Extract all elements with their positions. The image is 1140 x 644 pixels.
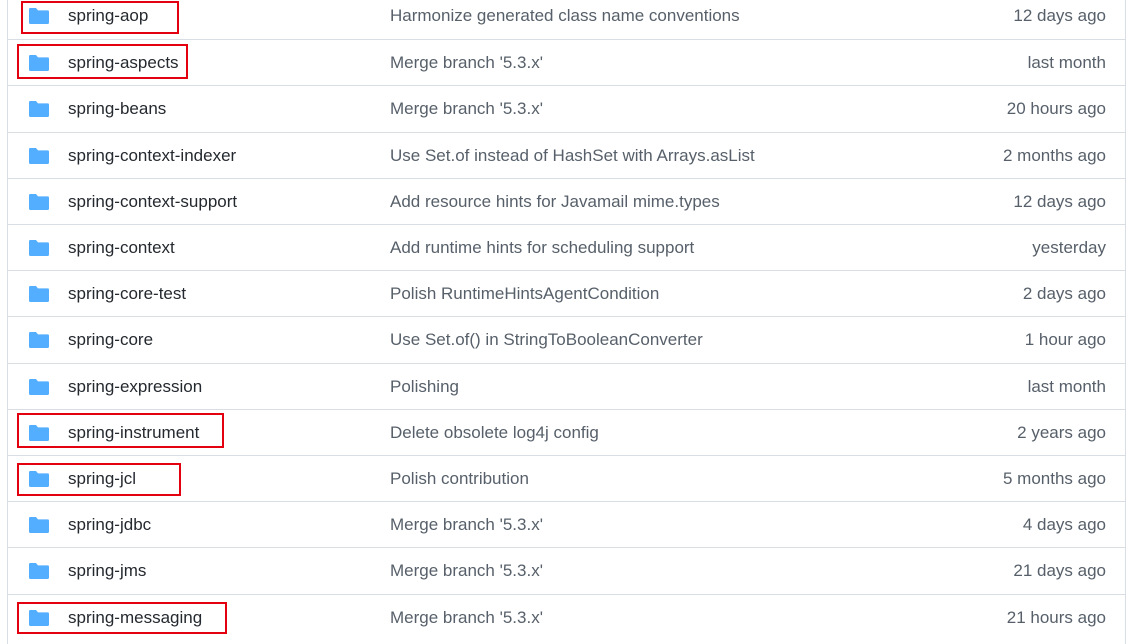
folder-icon xyxy=(28,331,50,349)
commit-message-link[interactable]: Add runtime hints for scheduling support xyxy=(390,225,694,271)
table-row[interactable]: spring-jcl Polish contribution 5 months ag… xyxy=(8,455,1125,501)
table-row[interactable]: spring-core-test Polish RuntimeHintsAgent… xyxy=(8,270,1125,316)
folder-name-link[interactable]: spring-jcl xyxy=(68,456,136,502)
table-row[interactable]: spring-jdbc Merge branch '5.3.x' 4 days ag… xyxy=(8,501,1125,547)
folder-name-link[interactable]: spring-beans xyxy=(68,86,166,132)
commit-message-link[interactable]: Merge branch '5.3.x' xyxy=(390,40,543,86)
commit-age: 12 days ago xyxy=(1013,191,1106,211)
table-row[interactable]: spring-expression Polishing last month xyxy=(8,362,1125,410)
commit-message-link[interactable]: Merge branch '5.3.x' xyxy=(390,548,543,594)
folder-icon xyxy=(28,193,50,211)
commit-message-link[interactable]: Merge branch '5.3.x' xyxy=(390,86,543,132)
folder-name-link[interactable]: spring-aop xyxy=(68,0,148,39)
commit-age: 5 months ago xyxy=(1002,469,1106,488)
commit-message-link[interactable]: Polish contribution xyxy=(390,456,529,502)
table-row[interactable]: spring-beans Merge branch '5.3.x' 20 hours… xyxy=(8,85,1125,131)
commit-age: 21 hours ago xyxy=(1006,607,1106,627)
commit-message-link[interactable]: Add resource hints for Javamail mime.typ… xyxy=(390,179,720,225)
file-list: spring-aop Harmonize generated class name… xyxy=(7,0,1126,644)
commit-age: last month xyxy=(1027,376,1106,396)
folder-icon xyxy=(28,378,50,396)
table-row[interactable]: spring-instrument Delete obsolete log4j c… xyxy=(8,408,1125,456)
commit-age: 20 hours ago xyxy=(1006,99,1106,119)
commit-message-link[interactable]: Use Set.of() in StringToBooleanConverter xyxy=(390,317,703,363)
table-row[interactable]: spring-aop Harmonize generated class name… xyxy=(8,0,1125,39)
commit-message-link[interactable]: Merge branch '5.3.x' xyxy=(390,502,543,548)
commit-age: 4 days ago xyxy=(1022,515,1106,535)
folder-icon xyxy=(28,54,50,72)
folder-icon xyxy=(28,239,50,257)
table-row[interactable]: spring-aspects Merge branch '5.3.x' last m… xyxy=(8,39,1125,85)
folder-name-link[interactable]: spring-context xyxy=(68,225,175,271)
folder-name-link[interactable]: spring-jdbc xyxy=(68,502,151,548)
commit-message-link[interactable]: Delete obsolete log4j config xyxy=(390,410,599,456)
table-row[interactable]: spring-context-support Add resource hints… xyxy=(8,177,1125,225)
folder-icon xyxy=(28,562,50,580)
commit-message-link[interactable]: Harmonize generated class name conventio… xyxy=(390,0,740,39)
folder-name-link[interactable]: spring-core-test xyxy=(68,271,186,317)
commit-age: 2 months ago xyxy=(1002,145,1106,165)
folder-name-link[interactable]: spring-jms xyxy=(68,548,146,594)
commit-age: 21 days ago xyxy=(1013,561,1106,581)
folder-icon xyxy=(28,147,50,165)
commit-age: last month xyxy=(1027,53,1106,73)
commit-age: 2 years ago xyxy=(1017,422,1106,442)
commit-age: yesterday xyxy=(1032,238,1106,257)
folder-icon xyxy=(28,609,50,627)
table-row[interactable]: spring-context Add runtime hints for sche… xyxy=(8,224,1125,270)
table-row[interactable]: spring-messaging Merge branch '5.3.x' 21 h… xyxy=(8,593,1125,641)
commit-message-link[interactable]: Use Set.of instead of HashSet with Array… xyxy=(390,133,755,179)
folder-icon xyxy=(28,7,50,25)
commit-message-link[interactable]: Polish RuntimeHintsAgentCondition xyxy=(390,271,659,317)
commit-age: 12 days ago xyxy=(1013,6,1106,25)
commit-message-link[interactable]: Polishing xyxy=(390,364,459,410)
folder-icon xyxy=(28,424,50,442)
folder-name-link[interactable]: spring-core xyxy=(68,317,153,363)
folder-icon xyxy=(28,516,50,534)
commit-message-link[interactable]: Merge branch '5.3.x' xyxy=(390,595,543,641)
table-row[interactable]: spring-core Use Set.of() in StringToBoole… xyxy=(8,316,1125,362)
folder-name-link[interactable]: spring-context-indexer xyxy=(68,133,236,179)
table-row[interactable]: spring-context-indexer Use Set.of instead… xyxy=(8,131,1125,179)
folder-icon xyxy=(28,100,50,118)
commit-age: 1 hour ago xyxy=(1024,330,1106,350)
folder-name-link[interactable]: spring-aspects xyxy=(68,40,179,86)
folder-name-link[interactable]: spring-instrument xyxy=(68,410,199,456)
folder-icon xyxy=(28,285,50,303)
folder-name-link[interactable]: spring-messaging xyxy=(68,595,202,641)
table-row[interactable]: spring-jms Merge branch '5.3.x' 21 days ag… xyxy=(8,547,1125,593)
folder-icon xyxy=(28,470,50,488)
folder-name-link[interactable]: spring-context-support xyxy=(68,179,237,225)
commit-age: 2 days ago xyxy=(1022,284,1106,304)
folder-name-link[interactable]: spring-expression xyxy=(68,364,202,410)
